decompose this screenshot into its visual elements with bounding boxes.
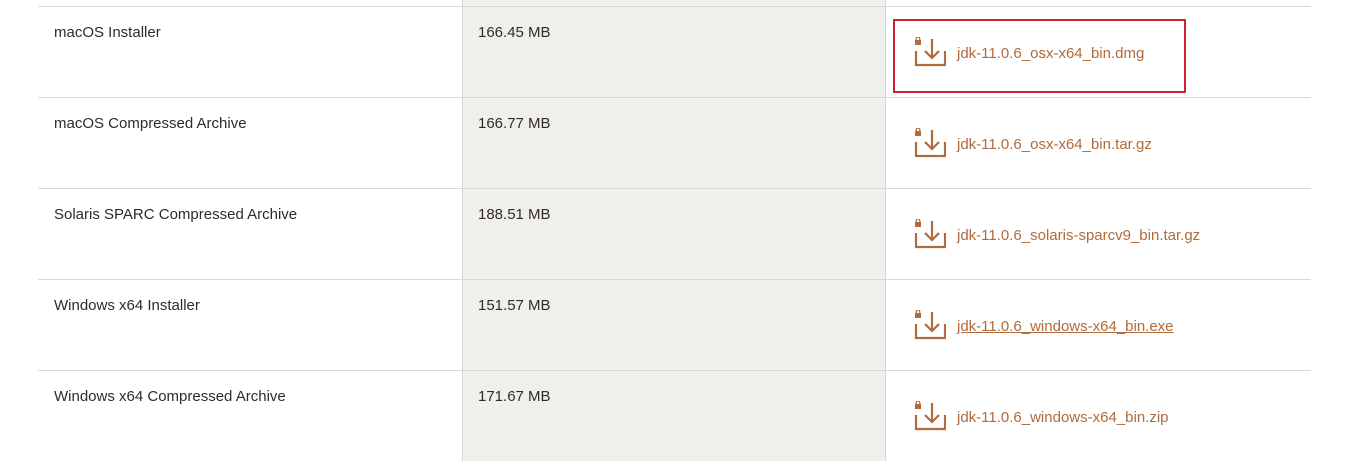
product-name: Windows x64 Compressed Archive — [54, 388, 286, 405]
download-icon — [914, 128, 946, 158]
table-row: Solaris SPARC Compressed Archive 188.51 … — [38, 189, 1311, 280]
download-filename[interactable]: jdk-11.0.6_windows-x64_bin.zip — [957, 409, 1169, 426]
product-name: Windows x64 Installer — [54, 297, 200, 314]
table-row: Windows x64 Installer 151.57 MB jdk-11.0… — [38, 280, 1311, 371]
file-size: 166.77 MB — [478, 115, 551, 132]
download-icon — [914, 219, 946, 249]
product-name: macOS Installer — [54, 24, 161, 41]
download-icon — [914, 401, 946, 431]
download-link-tar-gz[interactable]: jdk-11.0.6_osx-x64_bin.tar.gz — [914, 128, 1152, 160]
download-icon — [914, 310, 946, 340]
product-name: macOS Compressed Archive — [54, 115, 247, 132]
download-filename[interactable]: jdk-11.0.6_osx-x64_bin.dmg — [957, 45, 1144, 62]
file-size: 166.45 MB — [478, 24, 551, 41]
download-link-zip[interactable]: jdk-11.0.6_windows-x64_bin.zip — [914, 401, 1169, 433]
table-row: Windows x64 Compressed Archive 171.67 MB… — [38, 371, 1311, 461]
download-filename[interactable]: jdk-11.0.6_windows-x64_bin.exe — [957, 318, 1174, 335]
table-row: macOS Installer 166.45 MB jdk-11.0.6_osx… — [38, 7, 1311, 98]
file-size: 151.57 MB — [478, 297, 551, 314]
download-filename[interactable]: jdk-11.0.6_osx-x64_bin.tar.gz — [957, 136, 1152, 153]
table-row: macOS Compressed Archive 166.77 MB jdk-1… — [38, 98, 1311, 189]
file-size: 188.51 MB — [478, 206, 551, 223]
download-link-dmg[interactable]: jdk-11.0.6_osx-x64_bin.dmg — [914, 37, 1144, 69]
product-name: Solaris SPARC Compressed Archive — [54, 206, 298, 223]
downloads-table: macOS Installer 166.45 MB jdk-11.0.6_osx… — [38, 0, 1311, 461]
download-link-solaris[interactable]: jdk-11.0.6_solaris-sparcv9_bin.tar.gz — [914, 219, 1200, 251]
download-filename[interactable]: jdk-11.0.6_solaris-sparcv9_bin.tar.gz — [957, 227, 1200, 244]
download-link-exe[interactable]: jdk-11.0.6_windows-x64_bin.exe — [914, 310, 1174, 342]
file-size: 171.67 MB — [478, 388, 551, 405]
download-icon — [914, 37, 946, 67]
